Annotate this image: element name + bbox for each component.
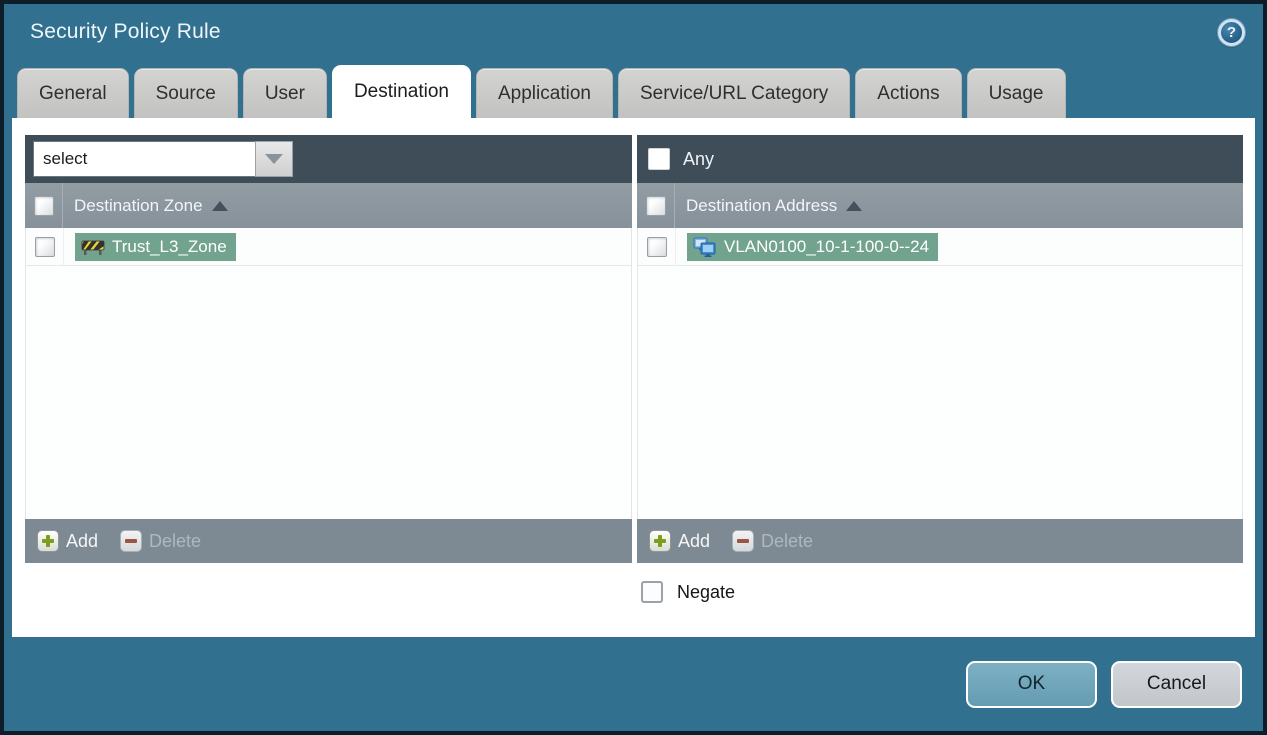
tab-application[interactable]: Application <box>476 68 613 118</box>
column-header-text: Destination Address <box>686 195 838 215</box>
add-label: Add <box>678 530 711 551</box>
zone-column-header: Destination Zone <box>25 183 632 228</box>
delete-address-button[interactable]: Delete <box>732 530 813 552</box>
add-icon <box>649 530 671 552</box>
zone-column-header-label[interactable]: Destination Zone <box>74 196 228 216</box>
address-name: VLAN0100_10-1-100-0--24 <box>724 236 930 256</box>
address-icon <box>693 237 716 257</box>
row-checkbox[interactable] <box>646 236 667 257</box>
zone-list: Trust_L3_Zone <box>25 228 632 519</box>
delete-label: Delete <box>761 530 814 551</box>
address-select-all-cell <box>637 183 675 228</box>
tab-service-url-category[interactable]: Service/URL Category <box>617 68 851 118</box>
zone-panel-toolbar: select <box>25 135 632 183</box>
security-policy-rule-dialog: Security Policy Rule ? General Source Us… <box>0 0 1267 735</box>
tab-actions[interactable]: Actions <box>855 68 962 118</box>
help-icon[interactable]: ? <box>1218 18 1245 46</box>
add-icon <box>37 530 59 552</box>
zone-select-combo[interactable]: select <box>33 141 293 177</box>
destination-zone-panel: select Destination Zone Trust_L3_Zone Ad… <box>25 135 632 563</box>
address-column-header: Destination Address <box>637 183 1243 228</box>
chevron-down-icon <box>265 154 283 164</box>
zone-select-input[interactable]: select <box>33 141 255 177</box>
tab-usage[interactable]: Usage <box>966 68 1066 118</box>
cancel-button[interactable]: Cancel <box>1111 660 1242 708</box>
sort-ascending-icon <box>846 200 863 211</box>
zone-panel-footer: Add Delete <box>25 519 632 563</box>
tab-label: Destination <box>353 81 449 102</box>
tab-label: Service/URL Category <box>639 82 829 104</box>
add-label: Add <box>66 530 99 551</box>
ok-label: OK <box>1017 673 1046 694</box>
any-checkbox[interactable] <box>648 148 670 170</box>
row-checkbox-cell <box>26 228 64 265</box>
title-bar: Security Policy Rule ? <box>4 4 1263 60</box>
destination-tab-content: select Destination Zone Trust_L3_Zone Ad… <box>12 118 1255 637</box>
delete-icon <box>732 530 755 552</box>
negate-row: Negate <box>641 581 1243 603</box>
zone-select-all-cell <box>25 183 63 228</box>
tab-user[interactable]: User <box>242 68 327 118</box>
address-select-all-checkbox[interactable] <box>645 195 666 216</box>
row-checkbox-cell <box>638 228 676 265</box>
dialog-footer: OK Cancel <box>4 637 1263 731</box>
zone-select-dropdown-button[interactable] <box>255 141 293 177</box>
zone-name: Trust_L3_Zone <box>112 236 227 256</box>
add-zone-button[interactable]: Add <box>37 530 98 552</box>
tab-general[interactable]: General <box>17 68 129 118</box>
address-list: VLAN0100_10-1-100-0--24 <box>637 228 1243 519</box>
tab-label: User <box>264 82 305 104</box>
delete-zone-button[interactable]: Delete <box>120 530 201 552</box>
tab-label: Usage <box>988 82 1044 104</box>
negate-label: Negate <box>677 581 736 602</box>
sort-ascending-icon <box>211 200 228 211</box>
cancel-label: Cancel <box>1146 673 1207 694</box>
destination-address-panel: Any Destination Address VLAN0100_10-1-10… <box>637 135 1243 563</box>
tab-strip: General Source User Destination Applicat… <box>4 60 1263 118</box>
column-header-text: Destination Zone <box>74 195 203 215</box>
tab-source[interactable]: Source <box>133 68 238 118</box>
table-row[interactable]: Trust_L3_Zone <box>26 228 631 266</box>
zone-select-value: select <box>43 149 88 168</box>
dialog-title: Security Policy Rule <box>30 20 221 43</box>
table-row[interactable]: VLAN0100_10-1-100-0--24 <box>638 228 1242 266</box>
tab-label: Source <box>155 82 216 104</box>
help-glyph: ? <box>1226 23 1237 41</box>
zone-object-tag[interactable]: Trust_L3_Zone <box>75 232 236 261</box>
negate-checkbox[interactable] <box>641 581 663 603</box>
address-column-header-label[interactable]: Destination Address <box>686 195 863 216</box>
add-address-button[interactable]: Add <box>649 530 710 552</box>
zone-icon <box>81 240 105 255</box>
tab-label: Actions <box>877 82 940 104</box>
any-label: Any <box>683 148 715 169</box>
any-row: Any <box>645 148 714 170</box>
delete-label: Delete <box>149 530 202 551</box>
delete-icon <box>120 530 143 552</box>
tab-label: General <box>39 82 107 104</box>
address-panel-toolbar: Any <box>637 135 1243 183</box>
tab-destination[interactable]: Destination <box>331 65 471 118</box>
tab-label: Application <box>498 82 591 104</box>
zone-select-all-checkbox[interactable] <box>33 195 54 216</box>
ok-button[interactable]: OK <box>966 660 1097 708</box>
address-object-tag[interactable]: VLAN0100_10-1-100-0--24 <box>687 232 939 261</box>
row-checkbox[interactable] <box>34 236 55 257</box>
address-panel-footer: Add Delete <box>637 519 1243 563</box>
